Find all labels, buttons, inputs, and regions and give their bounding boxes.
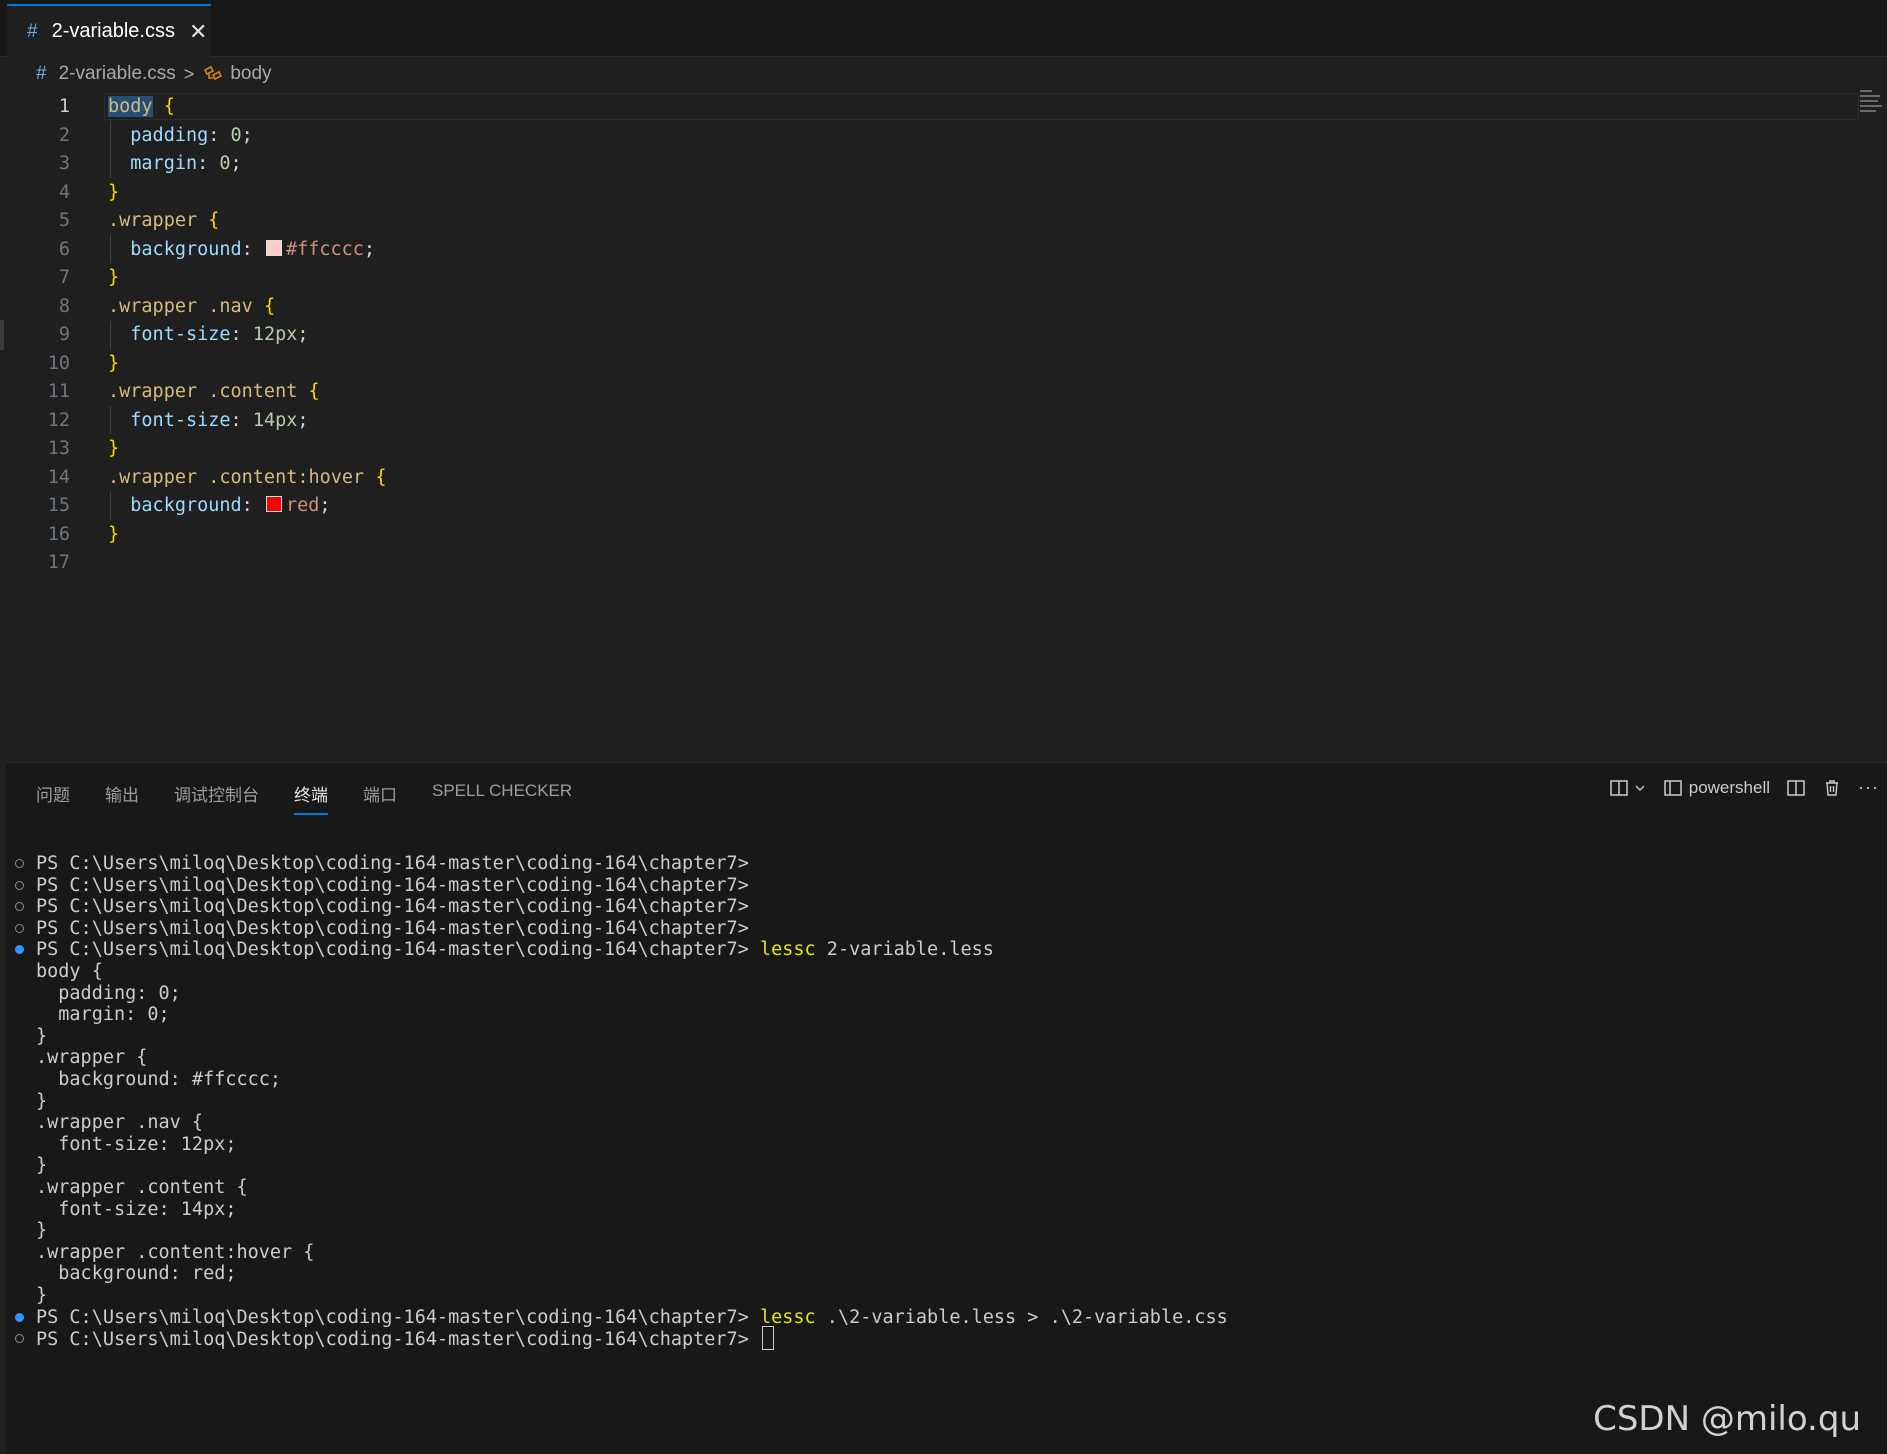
trash-icon [1826,779,1839,796]
code-line: 7 } [0,264,1860,293]
command-decoration-icon[interactable] [15,945,24,955]
code-line: 13 } [0,435,1860,464]
line-number: 16 [47,523,70,545]
ellipsis-icon: ··· [1858,777,1879,797]
code-editor[interactable]: 1 body { 2 padding: 0; 3 margin: 0; 4 } … [0,93,1887,758]
more-actions-button[interactable]: ··· [1858,777,1879,798]
code-line: 9 font-size: 12px; [0,321,1860,350]
terminal-name: powershell [1688,777,1771,797]
code-line: 12 font-size: 14px; [0,407,1860,436]
command-decoration-icon[interactable] [15,880,24,890]
color-swatch[interactable] [265,239,282,256]
tab-ports[interactable]: 端口 [363,781,397,815]
terminal-panel-icon [1664,779,1682,796]
line-number: 12 [47,409,70,431]
code-line: 8 .wrapper .nav { [0,293,1860,322]
color-swatch[interactable] [265,496,282,512]
tab-debug-console[interactable]: 调试控制台 [174,781,259,815]
css-file-icon: # [27,20,38,42]
line-number: 7 [58,267,70,288]
line-number: 4 [58,181,70,203]
close-icon[interactable]: ✕ [189,19,207,45]
line-number: 8 [58,295,70,317]
split-layout-icon [1610,779,1628,796]
line-number: 17 [47,552,70,573]
panel-tabs: 问题 输出 调试控制台 终端 端口 SPELL CHECKER [36,781,607,815]
split-terminal-button[interactable] [1786,778,1806,798]
new-terminal-split-button[interactable] [1609,778,1647,798]
minimap[interactable] [1860,90,1884,120]
code-line: 14 .wrapper .content:hover { [0,464,1860,493]
line-number: 13 [47,438,70,459]
editor-tab[interactable]: # 2-variable.css ✕ [7,4,211,57]
code-line: 10 } [0,350,1860,379]
line-number: 3 [58,153,70,174]
line-number: 5 [58,210,70,231]
code-line: 15 background: red; [0,492,1860,521]
command-decoration-icon[interactable] [15,1312,24,1322]
split-icon [1787,779,1805,796]
line-number: 14 [47,466,70,488]
line-number: 9 [58,324,70,345]
line-number: 6 [58,238,70,260]
command-decoration-icon[interactable] [15,859,24,868]
tab-output[interactable]: 输出 [105,781,139,815]
line-number: 2 [58,124,70,146]
css-file-icon: # [36,63,47,84]
kill-terminal-button[interactable] [1822,778,1842,798]
line-number: 1 [58,96,70,117]
line-number: 10 [47,352,70,374]
code-line: 3 margin: 0; [0,150,1860,179]
terminal-instance[interactable]: powershell [1663,778,1770,798]
breadcrumb-separator: > [183,63,195,84]
code-line: 6 background: #ffcccc; [0,236,1860,265]
tab-terminal[interactable]: 终端 [294,781,328,815]
breadcrumb-symbol[interactable]: body [230,63,271,85]
command-decoration-icon[interactable] [15,1334,24,1344]
watermark: CSDN @milo.qu [1593,1399,1861,1439]
bottom-panel: 问题 输出 调试控制台 终端 端口 SPELL CHECKER powershe… [6,762,1887,1454]
breadcrumb: # 2-variable.css > body [36,60,272,88]
code-line: 16 } [0,521,1860,550]
code-line: 11 .wrapper .content { [0,378,1860,407]
command-decoration-icon[interactable] [15,902,24,912]
terminal-line: PS C:\Users\miloq\Desktop\coding-164-mas… [6,1326,1876,1352]
code-line: 2 padding: 0; [0,122,1860,151]
line-number: 15 [47,495,70,516]
code-line: 1 body { [0,93,1860,122]
command-decoration-icon[interactable] [15,923,24,933]
tab-spell-checker[interactable]: SPELL CHECKER [432,781,572,815]
code-line: 4 } [0,179,1860,208]
chevron-down-icon [1635,785,1645,791]
line-number: 11 [47,381,70,402]
editor-tab-label: 2-variable.css [51,20,175,42]
symbol-class-icon [204,65,223,81]
tab-strip: # 2-variable.css ✕ [0,0,1887,57]
breadcrumb-file[interactable]: 2-variable.css [59,63,176,85]
code-line: 17 [0,549,1860,578]
panel-actions: powershell ··· [1593,777,1879,798]
code-line: 5 .wrapper { [0,207,1860,236]
tab-problems[interactable]: 问题 [36,781,70,815]
terminal-cursor [761,1326,774,1351]
